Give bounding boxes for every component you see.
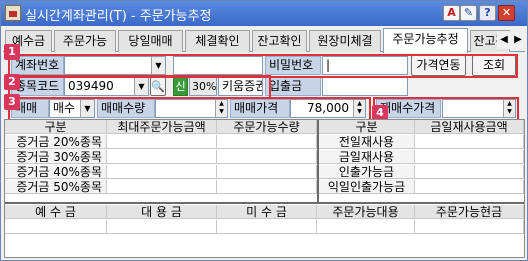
bottom-cell xyxy=(217,220,317,234)
bottom-header-substitute: 대 용 금 xyxy=(107,205,217,219)
tab-prev-icon[interactable]: ◀ xyxy=(497,31,511,49)
highlight-box-3 xyxy=(8,97,371,121)
tab-orderable[interactable]: 주문가능 xyxy=(54,30,116,52)
left-row-label: 증거금 40%종목 xyxy=(5,165,107,179)
deposit-label: 입출금 xyxy=(265,77,321,96)
window-title: 실시간계좌관리(T) - 주문가능추정 xyxy=(25,9,212,24)
highlight-box-4 xyxy=(373,97,519,121)
bottom-header-order-cash: 주문가능현금 xyxy=(415,205,524,219)
right-row-label: 익일인출가능금 xyxy=(319,180,415,194)
tab-order-estimate[interactable]: 주문가능추정 xyxy=(383,28,468,53)
tab-bar: 예수금 주문가능 당일매매 체결확인 잔고확인 원장미체결 주문가능추정 잔고작… xyxy=(3,28,525,53)
left-row-label: 증거금 50%종목 xyxy=(5,180,107,194)
edit-icon[interactable]: ✎ xyxy=(460,5,477,21)
left-cell xyxy=(217,180,317,194)
badge-1: 1 xyxy=(4,44,20,60)
right-header-type: 구분 xyxy=(319,120,415,134)
bottom-cell xyxy=(317,220,415,234)
bottom-cell xyxy=(107,220,217,234)
right-header-reuse-amount: 금일재사용금액 xyxy=(415,120,524,134)
left-header-type: 구분 xyxy=(5,120,107,134)
left-header-max-amount: 최대주문가능금액 xyxy=(107,120,217,134)
bottom-header-order-substitute: 주문가능대용 xyxy=(317,205,415,219)
tab-next-icon[interactable]: ▶ xyxy=(511,31,525,49)
highlight-box-2 xyxy=(8,75,271,99)
left-cell xyxy=(107,180,217,194)
left-cell xyxy=(107,165,217,179)
right-cell xyxy=(415,180,524,194)
main-window: 실시간계좌관리(T) - 주문가능추정 A ✎ ? ✕ 예수금 주문가능 당일매… xyxy=(0,0,528,261)
left-cell xyxy=(107,150,217,164)
right-row-label: 금일재사용 xyxy=(319,150,415,164)
table-divider xyxy=(5,202,524,204)
left-cell xyxy=(217,165,317,179)
badge-2: 2 xyxy=(4,74,20,90)
app-icon xyxy=(5,5,21,21)
left-row-label: 증거금 30%종목 xyxy=(5,150,107,164)
tab-balance[interactable]: 잔고확인 xyxy=(252,30,307,52)
right-cell xyxy=(415,150,524,164)
deposit-field[interactable] xyxy=(322,77,408,96)
right-row-label: 전일재사용 xyxy=(319,135,415,149)
tab-execution[interactable]: 체결확인 xyxy=(185,30,250,52)
bottom-header-deposit: 예 수 금 xyxy=(5,205,107,219)
tab-ledger-unfilled[interactable]: 원장미체결 xyxy=(309,30,381,52)
left-cell xyxy=(217,150,317,164)
left-cell xyxy=(107,135,217,149)
right-cell xyxy=(415,165,524,179)
data-grid-area: 구분 최대주문가능금액 주문가능수량 증거금 20%종목 증거금 30%종목 증… xyxy=(4,119,525,258)
help-icon[interactable]: ? xyxy=(479,5,496,21)
bottom-cell xyxy=(5,220,107,234)
tab-daily-trades[interactable]: 당일매매 xyxy=(118,30,183,52)
close-icon[interactable]: ✕ xyxy=(498,5,515,21)
title-bar[interactable]: 실시간계좌관리(T) - 주문가능추정 A ✎ ? ✕ xyxy=(1,1,527,26)
right-row-label: 인출가능금 xyxy=(319,165,415,179)
bottom-cell xyxy=(415,220,524,234)
badge-3: 3 xyxy=(4,94,20,110)
bottom-header-receivable: 미 수 금 xyxy=(217,205,317,219)
left-header-order-qty: 주문가능수량 xyxy=(217,120,317,134)
right-cell xyxy=(415,135,524,149)
left-row-label: 증거금 20%종목 xyxy=(5,135,107,149)
left-cell xyxy=(217,135,317,149)
font-size-icon[interactable]: A xyxy=(443,5,460,21)
